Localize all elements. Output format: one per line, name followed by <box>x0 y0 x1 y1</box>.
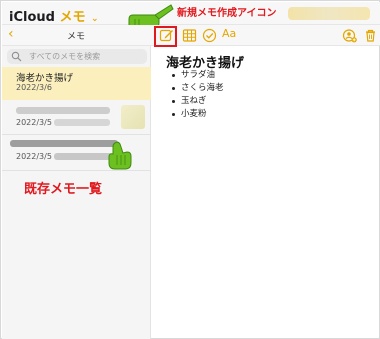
list-item: さくら海老 <box>171 82 224 95</box>
blurred-note-title <box>16 107 110 114</box>
search-icon <box>11 51 22 62</box>
annotation-new-note-icon: 新規メモ作成アイコン <box>177 8 277 19</box>
note-date: 2022/3/5 <box>16 118 52 127</box>
list-item: 小麦粉 <box>171 108 224 121</box>
notes-list-title: メモ <box>67 32 86 42</box>
chevron-left-icon[interactable]: ‹ <box>8 26 14 42</box>
checklist-icon[interactable] <box>202 28 217 43</box>
note-title: 海老かき揚げ <box>16 73 74 84</box>
note-list-item[interactable]: 2022/3/5 <box>2 100 151 135</box>
toolbar: ‹ メモ Aa <box>2 25 380 46</box>
search-placeholder: すべてのメモを検索 <box>29 52 101 61</box>
account-menu-blurred[interactable] <box>288 7 370 20</box>
blurred-note-preview <box>54 119 110 126</box>
new-note-highlight-box <box>154 26 177 47</box>
format-icon[interactable]: Aa <box>222 27 242 42</box>
annotation-existing-notes-list: 既存メモ一覧 <box>24 182 103 197</box>
chevron-down-icon: ⌄ <box>91 14 99 24</box>
note-date: 2022/3/5 <box>16 152 52 161</box>
note-list-item[interactable]: 海老かき揚げ 2022/3/6 <box>2 67 151 100</box>
note-content-list[interactable]: サラダ油 さくら海老 玉ねぎ 小麦粉 <box>171 69 224 121</box>
note-thumbnail <box>121 105 145 129</box>
list-item: サラダ油 <box>171 69 224 82</box>
brand-memo: メモ <box>59 10 86 25</box>
search-field[interactable]: すべてのメモを検索 <box>7 49 147 64</box>
pointer-hand-icon <box>108 141 132 170</box>
app-brand[interactable]: iCloud メモ ⌄ <box>9 6 99 25</box>
app-window: iCloud メモ ⌄ 新規メモ作成アイコン ‹ メモ Aa すべてのメモを検索… <box>0 0 380 339</box>
note-date: 2022/3/6 <box>16 83 52 92</box>
trash-icon[interactable] <box>363 28 378 43</box>
table-icon[interactable] <box>182 28 197 43</box>
brand-icloud: iCloud <box>9 10 55 25</box>
list-item: 玉ねぎ <box>171 95 224 108</box>
share-icon[interactable] <box>342 28 357 43</box>
